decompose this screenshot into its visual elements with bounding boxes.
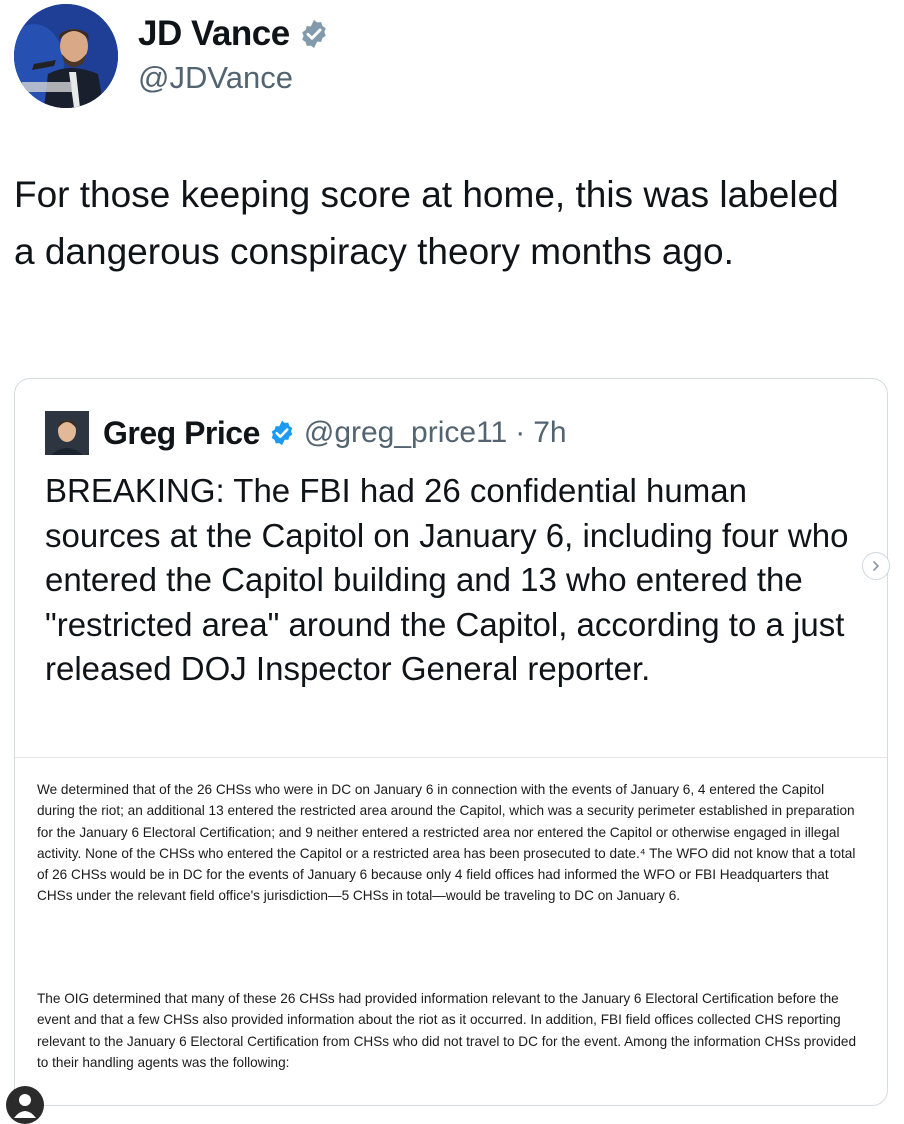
verified-badge-icon xyxy=(301,20,326,48)
author-avatar[interactable] xyxy=(14,4,118,108)
quoted-timestamp[interactable]: 7h xyxy=(533,416,566,450)
quoted-tweet-text: BREAKING: The FBI had 26 confidential hu… xyxy=(45,472,849,687)
next-image-button[interactable] xyxy=(862,552,890,580)
media-divider xyxy=(15,757,887,758)
tweet-text: For those keeping score at home, this wa… xyxy=(14,174,839,272)
document-paragraph: The OIG determined that many of these 26… xyxy=(37,991,857,1070)
verified-badge-icon xyxy=(271,420,293,446)
quoted-avatar-image xyxy=(45,411,89,455)
person-icon[interactable] xyxy=(6,1086,44,1124)
person-silhouette xyxy=(14,1094,36,1118)
avatar-image xyxy=(14,4,118,108)
quoted-author-avatar[interactable] xyxy=(45,411,89,455)
quoted-tweet-card[interactable]: Greg Price @greg_price11 · 7h BREAKING: … xyxy=(14,378,888,1106)
dot-separator: · xyxy=(515,416,526,449)
chevron-right-icon xyxy=(873,561,879,571)
author-name-text: JD Vance xyxy=(138,14,290,53)
author-handle[interactable]: @JDVance xyxy=(138,60,293,96)
author-name[interactable]: JD Vance xyxy=(138,14,330,54)
quoted-author-handle[interactable]: @greg_price11 xyxy=(304,416,507,450)
document-paragraph: We determined that of the 26 CHSs who we… xyxy=(37,782,856,904)
quoted-tweet-header: Greg Price @greg_price11 · 7h xyxy=(45,409,567,457)
quoted-author-name[interactable]: Greg Price xyxy=(103,415,260,452)
